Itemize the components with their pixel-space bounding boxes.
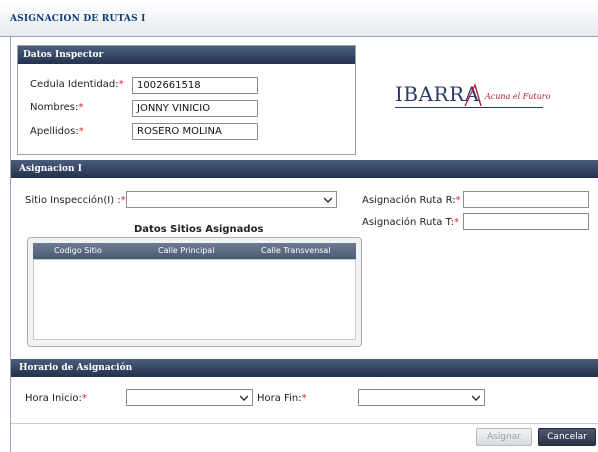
chevron-down-icon[interactable] <box>235 390 252 405</box>
hora-fin-label: Hora Fin:* <box>257 393 307 404</box>
cedula-label: Cedula Identidad:* <box>30 79 124 90</box>
logo-tagline: Acuna el Futuro <box>485 92 551 101</box>
ruta-t-field[interactable] <box>463 213 589 230</box>
grid-header-row: Codigo Sitio Calle Principal Calle Trans… <box>33 243 356 259</box>
cancelar-button[interactable]: Cancelar <box>538 428 596 446</box>
sitio-select[interactable] <box>126 191 337 208</box>
hora-inicio-label: Hora Inicio:* <box>25 393 87 404</box>
ruta-t-label: Asignación Ruta T:* <box>362 217 459 228</box>
footer-divider <box>11 423 598 424</box>
ibarra-logo: IBARRA Acuna el Futuro <box>395 82 555 112</box>
required-marker: * <box>301 393 307 404</box>
nombres-field[interactable]: JONNY VINICIO <box>132 100 258 117</box>
required-marker: * <box>118 79 124 90</box>
hora-inicio-select[interactable] <box>126 389 253 406</box>
required-marker: * <box>78 102 84 113</box>
horario-section-header: Horario de Asignación <box>11 359 598 377</box>
asignar-button[interactable]: Asignar <box>476 428 532 446</box>
frame-left-border <box>10 36 11 452</box>
chevron-down-icon[interactable] <box>319 192 336 207</box>
cedula-field[interactable]: 1002661518 <box>132 77 258 94</box>
required-marker: * <box>454 217 459 228</box>
hora-fin-select[interactable] <box>358 389 485 406</box>
apellidos-field[interactable]: ROSERO MOLINA <box>132 123 258 140</box>
apellidos-label: Apellidos:* <box>30 126 84 137</box>
nombres-label: Nombres:* <box>30 102 84 113</box>
chevron-down-icon[interactable] <box>467 390 484 405</box>
grid-col-calle-principal[interactable]: Calle Principal <box>158 246 215 255</box>
sitio-label: Sitio Inspección(I) :* <box>25 195 126 206</box>
grid-col-codigo[interactable]: Codigo Sitio <box>54 246 102 255</box>
ruta-r-field[interactable] <box>463 191 589 208</box>
inspector-panel: Datos Inspector Cedula Identidad:* 10026… <box>17 45 356 155</box>
window-title: ASIGNACION DE RUTAS I <box>10 14 146 24</box>
required-marker: * <box>120 195 126 206</box>
logo-underline <box>395 107 543 108</box>
required-marker: * <box>78 126 84 137</box>
required-marker: * <box>81 393 87 404</box>
logo-swoosh-icon <box>464 83 482 107</box>
grid-title: Datos Sitios Asignados <box>134 224 264 235</box>
required-marker: * <box>455 195 461 206</box>
grid-body[interactable] <box>33 259 356 340</box>
asignacion-section-header: Asignacion I <box>11 160 598 178</box>
ruta-r-label: Asignación Ruta R:* <box>362 195 461 206</box>
inspector-panel-header: Datos Inspector <box>18 46 355 64</box>
sitios-grid: Codigo Sitio Calle Principal Calle Trans… <box>27 237 362 347</box>
grid-col-calle-transversal[interactable]: Calle Transvensal <box>261 246 331 255</box>
window-title-bar: ASIGNACION DE RUTAS I <box>0 0 598 37</box>
